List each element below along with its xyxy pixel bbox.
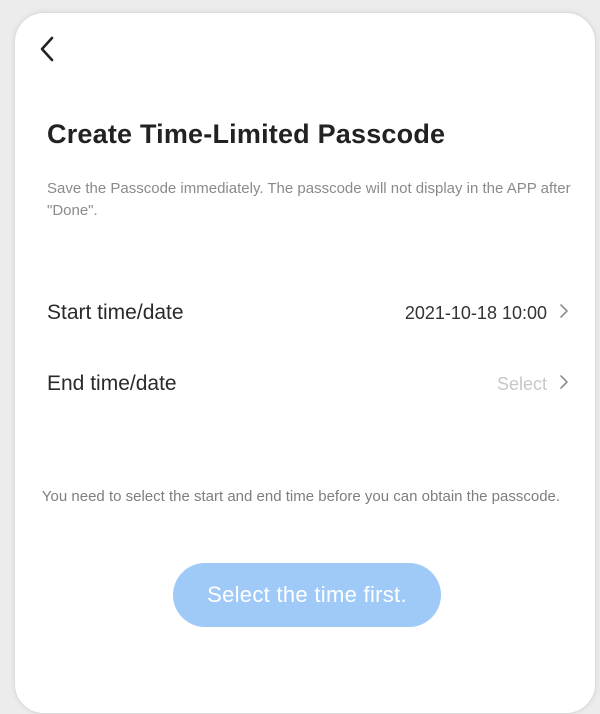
end-time-row[interactable]: End time/date Select <box>47 361 569 407</box>
end-time-value-group: Select <box>497 374 569 395</box>
page-subtitle: Save the Passcode immediately. The passc… <box>47 180 571 219</box>
page-title: Create Time-Limited Passcode <box>47 119 446 149</box>
start-time-label: Start time/date <box>47 301 184 324</box>
start-time-row[interactable]: Start time/date 2021-10-18 10:00 <box>47 290 569 336</box>
chevron-right-icon <box>559 303 569 324</box>
chevron-right-icon <box>559 374 569 395</box>
end-time-label: End time/date <box>47 372 177 395</box>
chevron-left-icon <box>39 36 55 67</box>
back-button[interactable] <box>31 33 63 69</box>
start-time-value-group: 2021-10-18 10:00 <box>405 303 569 324</box>
selection-notice: You need to select the start and end tim… <box>41 488 561 505</box>
start-time-value: 2021-10-18 10:00 <box>404 302 547 323</box>
select-time-first-button[interactable]: Select the time first. <box>173 563 441 627</box>
end-time-placeholder: Select <box>496 373 547 394</box>
passcode-card: Create Time-Limited Passcode Save the Pa… <box>14 12 596 714</box>
